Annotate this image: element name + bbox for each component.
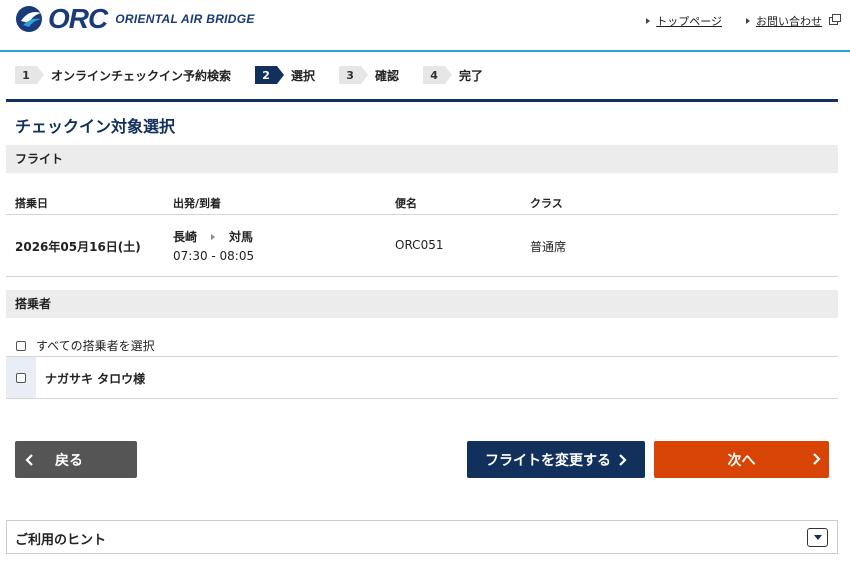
- flight-row: 2026年05月16日(土) 長崎 対馬 07:30 - 08:05 ORC05…: [6, 215, 838, 277]
- chevron-right-icon: [619, 453, 627, 466]
- arrival-city: 対馬: [229, 230, 254, 244]
- step-2: 2 選択: [255, 66, 315, 84]
- next-button-label: 次へ: [727, 452, 756, 469]
- step-number: 3: [339, 66, 369, 84]
- flight-times: 07:30 - 08:05: [173, 249, 255, 263]
- passenger-name: ナガサキ タロウ様: [45, 372, 146, 386]
- external-window-icon: [829, 14, 841, 25]
- flight-date: 2026年05月16日(土): [15, 240, 141, 254]
- hint-title: ご利用のヒント: [15, 533, 107, 548]
- column-header-route: 出発/到着: [173, 197, 222, 210]
- flight-route: 長崎 対馬 07:30 - 08:05: [173, 228, 254, 263]
- change-flight-label: フライトを変更する: [485, 452, 611, 469]
- page-title: チェックイン対象選択: [15, 117, 176, 136]
- site-header: ORC ORIENTAL AIR BRIDGE トップページ お問い合わせ: [0, 0, 850, 52]
- triangle-right-icon: [746, 18, 750, 24]
- select-all-label: すべての搭乗者を選択: [36, 339, 155, 353]
- column-header-date: 搭乗日: [15, 197, 48, 210]
- passenger-checkbox[interactable]: [16, 372, 26, 383]
- flight-number: ORC051: [395, 238, 444, 252]
- arrow-right-icon: [211, 233, 216, 240]
- passenger-checkbox-cell[interactable]: [6, 357, 36, 398]
- steps-divider: [6, 99, 838, 102]
- header-links: トップページ お問い合わせ: [646, 13, 841, 29]
- chevron-left-icon: [25, 453, 33, 466]
- column-header-class: クラス: [530, 197, 563, 210]
- logo-text: ORC: [48, 3, 108, 34]
- contact-link[interactable]: お問い合わせ: [746, 13, 841, 29]
- change-flight-button[interactable]: フライトを変更する: [467, 441, 645, 478]
- select-all-passengers[interactable]: すべての搭乗者を選択: [16, 337, 155, 354]
- back-button[interactable]: 戻る: [15, 441, 137, 478]
- progress-steps: 1 オンラインチェックイン予約検索 2 選択 3 確認 4 完了: [15, 66, 507, 84]
- passenger-section-header: 搭乗者: [6, 290, 838, 318]
- logo-subtitle: ORIENTAL AIR BRIDGE: [115, 12, 255, 26]
- flight-table-header: 搭乗日 出発/到着 便名 クラス: [6, 188, 838, 215]
- flight-section-header: フライト: [6, 145, 838, 173]
- step-label: 完了: [459, 68, 484, 83]
- step-1: 1 オンラインチェックイン予約検索: [15, 66, 231, 84]
- triangle-right-icon: [646, 18, 651, 24]
- column-header-flight-no: 便名: [395, 197, 417, 210]
- back-button-label: 戻る: [55, 452, 83, 469]
- next-button[interactable]: 次へ: [654, 441, 829, 478]
- caret-down-icon: [813, 535, 822, 540]
- step-4: 4 完了: [423, 66, 483, 84]
- hint-expand-toggle[interactable]: [807, 528, 828, 547]
- contact-link-label: お問い合わせ: [756, 15, 822, 28]
- step-3: 3 確認: [339, 66, 399, 84]
- top-page-link-label: トップページ: [656, 15, 722, 28]
- departure-city: 長崎: [173, 230, 198, 244]
- step-label: 確認: [375, 68, 400, 83]
- step-label: 選択: [291, 68, 316, 83]
- chevron-right-icon: [813, 453, 821, 465]
- step-label: オンラインチェックイン予約検索: [51, 68, 232, 83]
- top-page-link[interactable]: トップページ: [646, 13, 722, 29]
- step-number: 1: [15, 66, 44, 84]
- step-number: 2: [255, 66, 285, 84]
- logo-mark-icon: [16, 6, 42, 32]
- seat-class: 普通席: [530, 240, 567, 254]
- step-number: 4: [423, 66, 453, 84]
- select-all-checkbox[interactable]: [16, 340, 26, 351]
- passenger-row[interactable]: ナガサキ タロウ様: [6, 356, 838, 399]
- hint-panel[interactable]: ご利用のヒント: [6, 520, 838, 554]
- orc-logo[interactable]: ORC ORIENTAL AIR BRIDGE: [15, 5, 255, 33]
